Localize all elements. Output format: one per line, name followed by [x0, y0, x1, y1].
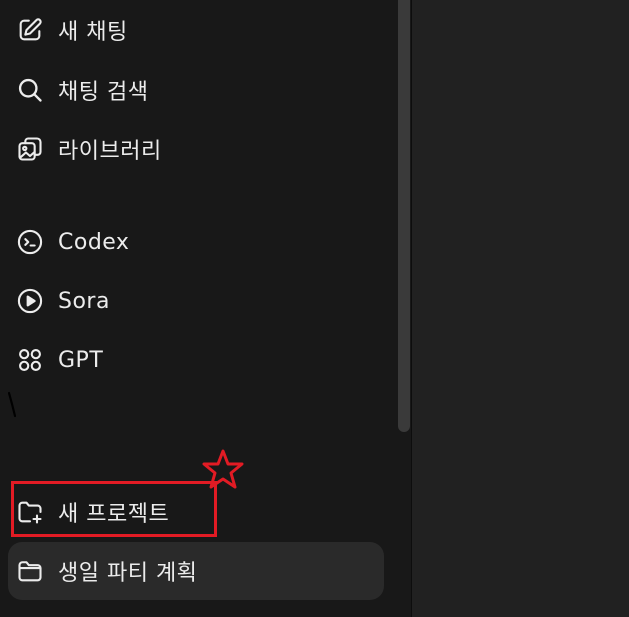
- search-chats-label: 채팅 검색: [58, 80, 149, 105]
- library-icon: [16, 135, 44, 163]
- new-chat-label: 새 채팅: [58, 20, 128, 45]
- new-project-button[interactable]: 새 프로젝트: [8, 483, 384, 541]
- codex-label: Codex: [58, 229, 130, 255]
- sidebar: 새 채팅 채팅 검색 라이브러리 Codex Sora GPT 새 프로젝트 생…: [0, 0, 412, 617]
- codex-button[interactable]: Codex: [8, 213, 384, 271]
- main-panel: [412, 0, 629, 617]
- sidebar-scrollbar[interactable]: [398, 0, 410, 432]
- gpt-label: GPT: [58, 347, 104, 373]
- search-chats-button[interactable]: 채팅 검색: [8, 61, 384, 119]
- folder-plus-icon: [16, 498, 44, 526]
- codex-icon: [16, 228, 44, 256]
- gpt-icon: [16, 346, 44, 374]
- library-label: 라이브러리: [58, 139, 162, 164]
- gpt-button[interactable]: GPT: [8, 331, 384, 389]
- sora-icon: [16, 287, 44, 315]
- new-project-label: 새 프로젝트: [58, 502, 170, 527]
- library-button[interactable]: 라이브러리: [8, 120, 384, 178]
- project-birthday-party-label: 생일 파티 계획: [58, 561, 198, 586]
- folder-icon: [16, 557, 44, 585]
- new-chat-button[interactable]: 새 채팅: [8, 1, 384, 59]
- edit-icon: [16, 16, 44, 44]
- sora-button[interactable]: Sora: [8, 272, 384, 330]
- pen-stroke-mark: [7, 391, 17, 418]
- sora-label: Sora: [58, 288, 110, 314]
- project-birthday-party[interactable]: 생일 파티 계획: [8, 542, 384, 600]
- search-icon: [16, 76, 44, 104]
